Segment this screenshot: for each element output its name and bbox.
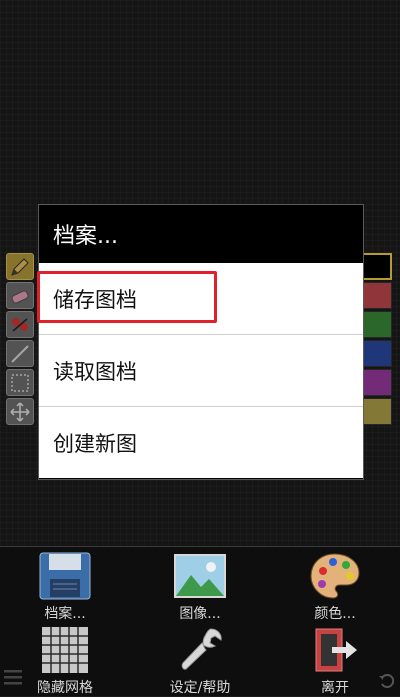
settings-help-button[interactable]: 设定/帮助 — [160, 625, 240, 697]
grid-icon — [42, 627, 88, 673]
exit-icon — [315, 628, 357, 672]
exit-button[interactable]: 离开 — [300, 625, 370, 697]
image-icon — [174, 554, 226, 598]
undo-icon[interactable] — [378, 672, 394, 688]
menu-item-label: 储存图档 — [53, 287, 137, 312]
file-button-label: 档案... — [44, 606, 86, 622]
menu-item-label: 读取图档 — [53, 359, 137, 384]
hide-grid-button[interactable]: 隐藏网格 — [30, 625, 100, 697]
menu-item-label: 创建新图 — [53, 431, 137, 456]
exit-button-label: 离开 — [321, 680, 349, 696]
hide-grid-label: 隐藏网格 — [37, 680, 93, 696]
menu-item-save[interactable]: 储存图档 — [37, 263, 363, 335]
file-button[interactable]: 档案... — [30, 551, 100, 623]
menu-item-load[interactable]: 读取图档 — [39, 335, 363, 407]
menu-item-new[interactable]: 创建新图 — [39, 407, 363, 478]
color-button[interactable]: 颜色... — [300, 551, 370, 623]
bottom-toolbar: 档案... 图像... 颜色... 隐藏网格 设定/帮助 离开 — [0, 546, 400, 696]
image-button[interactable]: 图像... — [165, 551, 235, 623]
palette-icon — [310, 553, 360, 599]
menu-icon[interactable] — [4, 668, 26, 686]
dialog-title: 档案... — [39, 205, 363, 263]
image-button-label: 图像... — [179, 606, 221, 622]
floppy-disk-icon — [39, 552, 91, 600]
settings-help-label: 设定/帮助 — [169, 680, 231, 696]
wrench-icon — [181, 628, 222, 670]
file-menu-dialog: 档案... 储存图档 读取图档 创建新图 — [37, 204, 364, 480]
color-button-label: 颜色... — [314, 606, 356, 622]
